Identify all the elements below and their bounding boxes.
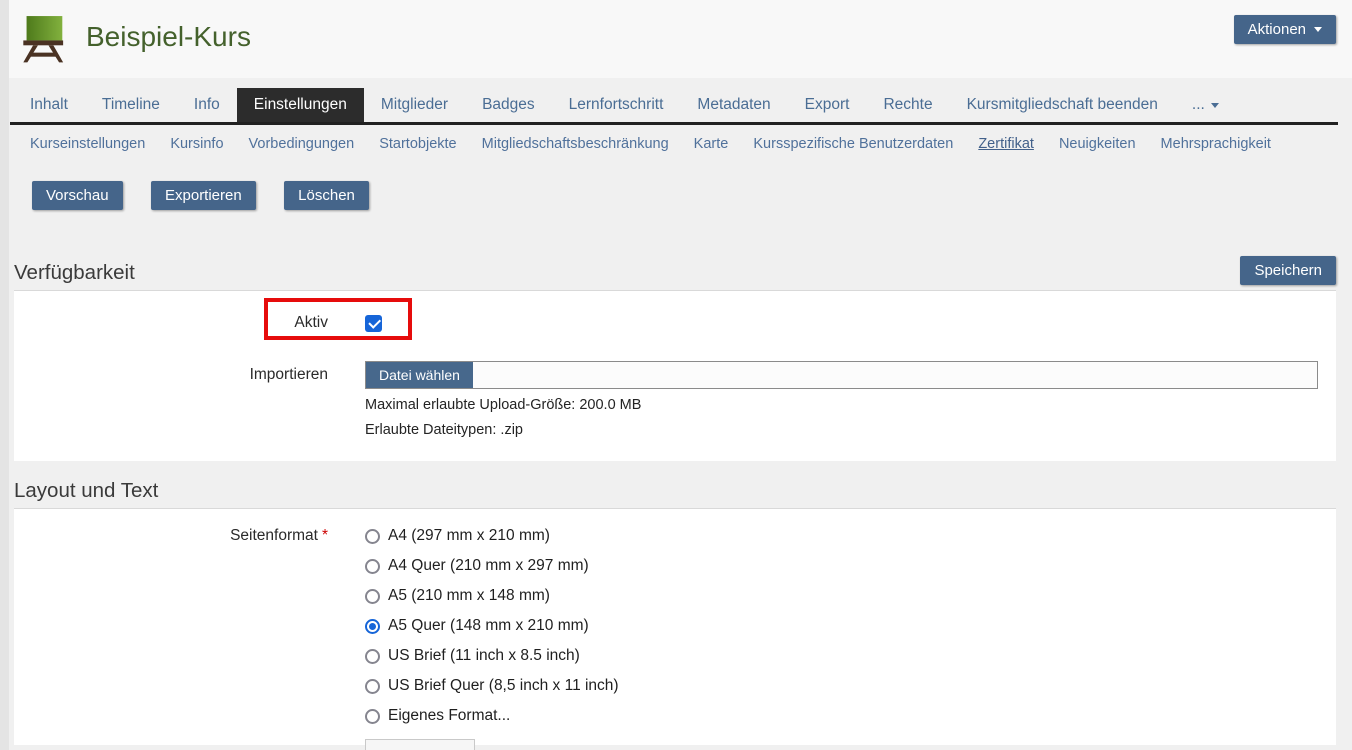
subnav-zertifikat[interactable]: Zertifikat: [978, 136, 1034, 152]
subnav-mitgliedschaftsbeschraenkung[interactable]: Mitgliedschaftsbeschränkung: [482, 136, 669, 152]
active-label: Aktiv: [14, 314, 328, 332]
page-format-radio[interactable]: [365, 559, 380, 574]
page-format-radio[interactable]: [365, 649, 380, 664]
caret-down-icon: [1211, 103, 1219, 108]
format-option-a5[interactable]: A5 (210 mm x 148 mm): [365, 581, 619, 611]
subnav-kurseinstellungen[interactable]: Kurseinstellungen: [30, 136, 145, 152]
layout-panel: Seitenformat* A4 (297 mm x 210 mm) A4 Qu…: [14, 509, 1336, 745]
page-left-gutter: [0, 0, 9, 750]
tab-kursmitgliedschaft-beenden[interactable]: Kursmitgliedschaft beenden: [950, 88, 1175, 122]
file-types-hint: Erlaubte Dateitypen: .zip: [365, 422, 1336, 438]
layout-title: Layout und Text: [14, 479, 158, 503]
format-option-us-brief-quer[interactable]: US Brief Quer (8,5 inch x 11 inch): [365, 671, 619, 701]
format-option-eigenes[interactable]: Eigenes Format...: [365, 701, 619, 731]
course-easel-icon: [16, 12, 68, 64]
page-format-radio[interactable]: [365, 589, 380, 604]
page-format-radio[interactable]: [365, 619, 380, 634]
upload-size-hint: Maximal erlaubte Upload-Größe: 200.0 MB: [365, 397, 1336, 413]
availability-panel: Aktiv Importieren Datei wählen Maximal e…: [14, 291, 1336, 461]
tab-info[interactable]: Info: [177, 88, 237, 122]
format-option-a4-quer[interactable]: A4 Quer (210 mm x 297 mm): [365, 551, 619, 581]
active-checkbox[interactable]: [365, 315, 382, 332]
page-format-row: Seitenformat* A4 (297 mm x 210 mm) A4 Qu…: [14, 509, 1336, 731]
file-choose-button[interactable]: Datei wählen: [366, 362, 473, 388]
tab-badges[interactable]: Badges: [465, 88, 552, 122]
availability-section-header: Verfügbarkeit Speichern: [14, 256, 1336, 291]
page-title: Beispiel-Kurs: [86, 12, 251, 62]
subnav-startobjekte[interactable]: Startobjekte: [379, 136, 456, 152]
page-format-radio[interactable]: [365, 709, 380, 724]
tab-timeline[interactable]: Timeline: [85, 88, 177, 122]
subnav-kursinfo[interactable]: Kursinfo: [170, 136, 223, 152]
page-format-radio[interactable]: [365, 679, 380, 694]
subnav-vorbedingungen[interactable]: Vorbedingungen: [249, 136, 355, 152]
tab-einstellungen[interactable]: Einstellungen: [237, 88, 364, 122]
subnav-kursspezifische-benutzerdaten[interactable]: Kursspezifische Benutzerdaten: [753, 136, 953, 152]
subnav-karte[interactable]: Karte: [694, 136, 729, 152]
active-row: Aktiv: [14, 291, 1336, 347]
page-format-options: A4 (297 mm x 210 mm) A4 Quer (210 mm x 2…: [365, 521, 619, 731]
import-label: Importieren: [14, 366, 328, 384]
preview-button[interactable]: Vorschau: [32, 181, 123, 210]
subnav-neuigkeiten[interactable]: Neuigkeiten: [1059, 136, 1136, 152]
certificate-toolbar: Vorschau Exportieren Löschen: [32, 181, 1352, 210]
availability-title: Verfügbarkeit: [14, 261, 135, 285]
caret-down-icon: [1314, 27, 1322, 32]
tab-lernfortschritt[interactable]: Lernfortschritt: [552, 88, 681, 122]
settings-subnav: Kurseinstellungen Kursinfo Vorbedingunge…: [30, 136, 1336, 152]
file-input[interactable]: Datei wählen: [365, 361, 1318, 389]
tab-rechte[interactable]: Rechte: [866, 88, 949, 122]
required-asterisk: *: [322, 527, 328, 544]
tab-overflow-label: ...: [1192, 96, 1205, 114]
actions-button-label: Aktionen: [1248, 21, 1306, 38]
save-button[interactable]: Speichern: [1240, 256, 1336, 285]
delete-button[interactable]: Löschen: [284, 181, 369, 210]
tab-inhalt[interactable]: Inhalt: [13, 88, 85, 122]
format-option-a5-quer[interactable]: A5 Quer (148 mm x 210 mm): [365, 611, 619, 641]
tab-mitglieder[interactable]: Mitglieder: [364, 88, 465, 122]
export-button[interactable]: Exportieren: [151, 181, 256, 210]
course-header: Beispiel-Kurs Aktionen: [0, 0, 1352, 78]
page-format-radio[interactable]: [365, 529, 380, 544]
subnav-mehrsprachigkeit[interactable]: Mehrsprachigkeit: [1161, 136, 1271, 152]
format-option-us-brief[interactable]: US Brief (11 inch x 8.5 inch): [365, 641, 619, 671]
tab-metadaten[interactable]: Metadaten: [680, 88, 787, 122]
actions-button[interactable]: Aktionen: [1234, 15, 1336, 44]
custom-format-field-partial[interactable]: [365, 739, 475, 750]
import-row: Importieren Datei wählen: [14, 361, 1336, 389]
page-format-label: Seitenformat*: [14, 521, 328, 551]
layout-section-header: Layout und Text: [14, 479, 1336, 509]
main-tabbar: Inhalt Timeline Info Einstellungen Mitgl…: [10, 88, 1338, 125]
tab-export[interactable]: Export: [788, 88, 867, 122]
tab-overflow[interactable]: ...: [1175, 88, 1236, 122]
format-option-a4[interactable]: A4 (297 mm x 210 mm): [365, 521, 619, 551]
